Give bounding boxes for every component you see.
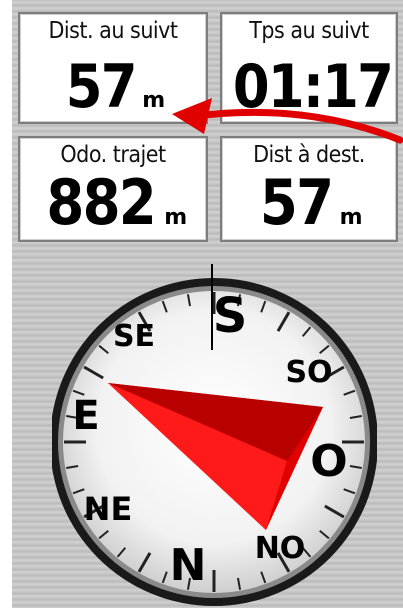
field-number: 57 xyxy=(260,166,334,239)
data-field-distance-to-next[interactable]: Dist. au suivt 57 m xyxy=(18,12,208,124)
compass-label-so: SO xyxy=(285,355,332,390)
compass-label-o: O xyxy=(310,436,347,487)
compass-dial: S SE SO E O NE NO N xyxy=(50,264,378,606)
compass-label-n: N xyxy=(170,540,207,591)
field-number: 57 xyxy=(65,52,138,122)
compass-label-se: SE xyxy=(113,319,155,354)
data-field-time-to-next[interactable]: Tps au suivt 01:17 xyxy=(220,12,398,124)
compass-label-no: NO xyxy=(255,531,306,566)
field-unit: m xyxy=(142,88,166,113)
compass-label-s: S xyxy=(213,288,248,344)
field-value: 57 m xyxy=(222,166,396,255)
field-value: 57 m xyxy=(20,52,206,136)
field-label: Dist. au suivt xyxy=(48,18,178,44)
field-label: Odo. trajet xyxy=(60,142,166,168)
field-number: 01:17 xyxy=(232,52,394,122)
compass-label-e: E xyxy=(72,393,99,439)
data-field-trip-odometer[interactable]: Odo. trajet 882 m xyxy=(18,136,208,242)
compass-label-ne: NE xyxy=(84,490,133,528)
field-value: 01:17 xyxy=(222,52,396,136)
field-unit: m xyxy=(339,205,363,230)
field-label: Tps au suivt xyxy=(249,18,369,44)
field-number: 882 xyxy=(46,166,156,239)
field-value: 882 m xyxy=(20,166,206,255)
data-field-distance-to-destination[interactable]: Dist à dest. 57 m xyxy=(220,136,398,242)
compass: S SE SO E O NE NO N xyxy=(50,254,378,608)
field-unit: m xyxy=(164,205,188,230)
field-label: Dist à dest. xyxy=(253,142,365,168)
